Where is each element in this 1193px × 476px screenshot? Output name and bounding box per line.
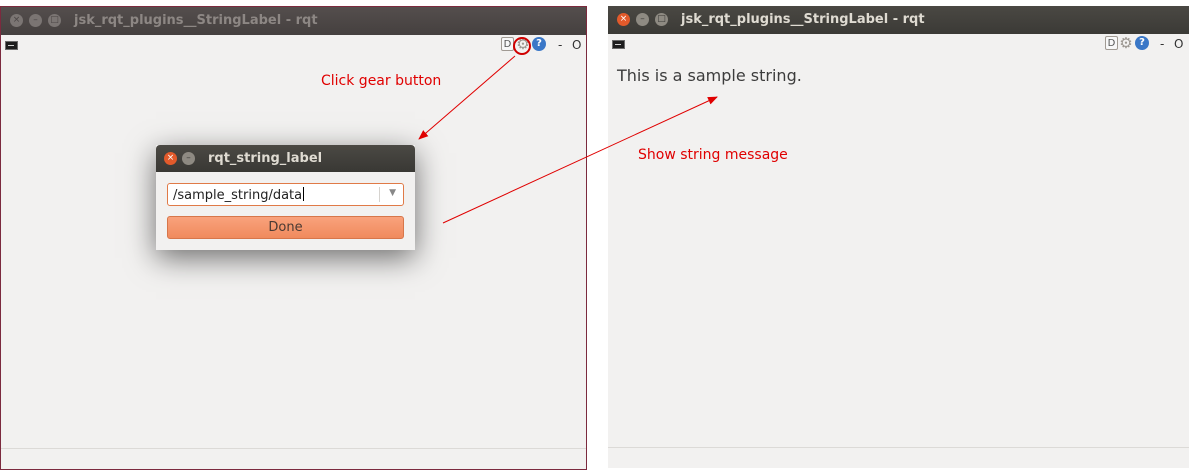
close-plugin-button[interactable]: O	[1174, 37, 1183, 51]
topic-combobox[interactable]: /sample_string/data ▼	[167, 183, 404, 206]
dock-button[interactable]: D	[1105, 36, 1118, 50]
left-titlebar: × – □ jsk_rqt_plugins__StringLabel - rqt	[1, 7, 586, 35]
close-icon[interactable]: ×	[10, 14, 23, 27]
status-bar	[608, 447, 1189, 468]
minimize-plugin-button[interactable]: -	[1160, 37, 1164, 51]
done-button[interactable]: Done	[167, 216, 404, 239]
close-plugin-button[interactable]: O	[572, 38, 581, 52]
gear-icon[interactable]: ⚙	[1118, 35, 1134, 51]
plugin-header-row: D ⚙ ? - O	[1, 35, 586, 57]
window-title: jsk_rqt_plugins__StringLabel - rqt	[681, 12, 925, 27]
minimize-icon[interactable]: –	[29, 14, 42, 27]
gear-hint-annotation: Click gear button	[321, 73, 442, 89]
right-rqt-window: × – □ jsk_rqt_plugins__StringLabel - rqt…	[608, 6, 1189, 468]
chevron-down-icon[interactable]: ▼	[389, 188, 396, 198]
maximize-icon[interactable]: □	[48, 14, 61, 27]
minimize-plugin-button[interactable]: -	[558, 38, 562, 52]
plugin-header-row: D ⚙ ? - O	[608, 34, 1189, 56]
terminal-icon	[612, 40, 625, 49]
dock-button[interactable]: D	[501, 37, 514, 51]
minimize-icon[interactable]: –	[636, 13, 649, 26]
terminal-icon	[5, 41, 18, 50]
maximize-icon[interactable]: □	[655, 13, 668, 26]
close-icon[interactable]: ×	[617, 13, 630, 26]
dialog-titlebar: × – rqt_string_label	[156, 145, 415, 172]
help-icon[interactable]: ?	[1135, 36, 1149, 50]
combo-separator	[379, 187, 380, 202]
dialog-title: rqt_string_label	[208, 151, 323, 166]
help-icon[interactable]: ?	[532, 37, 546, 51]
topic-input[interactable]: /sample_string/data	[173, 187, 304, 203]
minimize-icon[interactable]: –	[182, 152, 195, 165]
rqt-string-label-dialog: × – rqt_string_label /sample_string/data…	[156, 145, 415, 250]
close-icon[interactable]: ×	[164, 152, 177, 165]
string-label-text: This is a sample string.	[617, 66, 802, 85]
result-hint-annotation: Show string message	[638, 147, 788, 163]
window-title: jsk_rqt_plugins__StringLabel - rqt	[74, 13, 318, 28]
gear-highlight-circle	[513, 37, 531, 55]
status-bar	[1, 448, 586, 469]
right-titlebar: × – □ jsk_rqt_plugins__StringLabel - rqt	[608, 6, 1189, 34]
